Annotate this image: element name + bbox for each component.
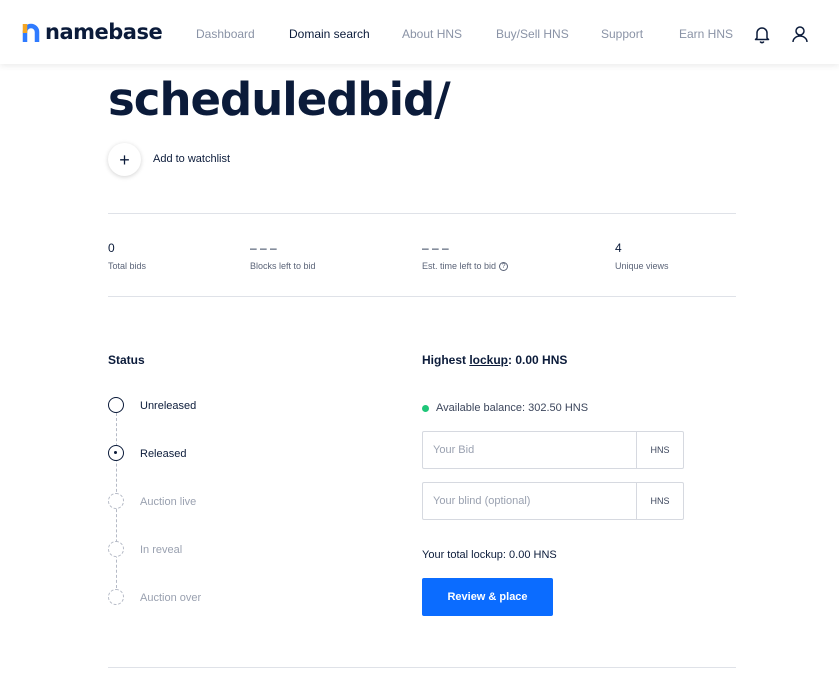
- divider: [108, 667, 736, 668]
- step-auction-live-indicator: [108, 493, 124, 509]
- highest-lockup-prefix: Highest: [422, 353, 470, 367]
- review-and-place-button[interactable]: Review & place: [422, 578, 553, 616]
- blocks-left-value: – – –: [250, 241, 277, 255]
- step-released-indicator: [108, 445, 124, 461]
- total-bids-value: 0: [108, 241, 115, 255]
- step-auction-live-label: Auction live: [140, 496, 197, 508]
- step-in-reveal-label: In reveal: [140, 544, 183, 556]
- step-released-label: Released: [140, 448, 187, 460]
- unique-views-label: Unique views: [615, 261, 669, 271]
- est-time-left-value: – – –: [422, 241, 449, 255]
- bid-field: HNS: [422, 431, 684, 469]
- status-title: Status: [108, 353, 145, 367]
- unique-views-value: 4: [615, 241, 622, 255]
- step-in-reveal-indicator: [108, 541, 124, 557]
- bell-icon[interactable]: [752, 24, 772, 44]
- blind-input[interactable]: [423, 483, 636, 519]
- domain-title: scheduledbid/: [108, 73, 451, 126]
- nav-support[interactable]: Support: [601, 27, 643, 41]
- namebase-logo[interactable]: namebase: [22, 20, 163, 44]
- add-to-watchlist-button[interactable]: +: [108, 143, 141, 176]
- total-lockup: Your total lockup: 0.00 HNS: [422, 549, 557, 561]
- namebase-logo-icon: [22, 23, 40, 42]
- nav-domain-search[interactable]: Domain search: [289, 27, 370, 41]
- available-balance: Available balance: 302.50 HNS: [422, 402, 588, 414]
- highest-lockup-value: : 0.00 HNS: [508, 353, 568, 367]
- nav-about-hns[interactable]: About HNS: [402, 27, 462, 41]
- balance-status-dot: [422, 404, 429, 412]
- blind-field: HNS: [422, 482, 684, 520]
- current-step-dot: [114, 451, 117, 454]
- total-bids-label: Total bids: [108, 261, 147, 271]
- lockup-link[interactable]: lockup: [469, 353, 508, 367]
- top-navigation-bar: namebase Dashboard Domain search About H…: [0, 0, 839, 64]
- plus-icon: +: [119, 149, 130, 170]
- est-time-left-text: Est. time left to bid: [422, 261, 497, 271]
- divider: [108, 296, 736, 297]
- available-balance-text: Available balance: 302.50 HNS: [436, 402, 589, 414]
- highest-lockup-title: Highest lockup: 0.00 HNS: [422, 353, 567, 367]
- step-unreleased-indicator: [108, 397, 124, 413]
- bid-unit-label: HNS: [636, 432, 683, 468]
- divider: [108, 213, 736, 214]
- help-icon[interactable]: ?: [499, 261, 509, 271]
- step-auction-over-indicator: [108, 589, 124, 605]
- user-icon[interactable]: [790, 24, 810, 44]
- nav-dashboard[interactable]: Dashboard: [196, 27, 255, 41]
- step-auction-over-label: Auction over: [140, 592, 202, 604]
- nav-buy-sell-hns[interactable]: Buy/Sell HNS: [496, 27, 569, 41]
- brand-name: namebase: [45, 20, 163, 44]
- nav-earn-hns[interactable]: Earn HNS: [679, 27, 733, 41]
- blind-unit-label: HNS: [636, 483, 683, 519]
- add-to-watchlist-label[interactable]: Add to watchlist: [153, 153, 230, 165]
- est-time-left-label: Est. time left to bid ?: [422, 261, 509, 271]
- step-unreleased-label: Unreleased: [140, 400, 197, 412]
- bid-input[interactable]: [423, 432, 636, 468]
- blocks-left-label: Blocks left to bid: [250, 261, 316, 271]
